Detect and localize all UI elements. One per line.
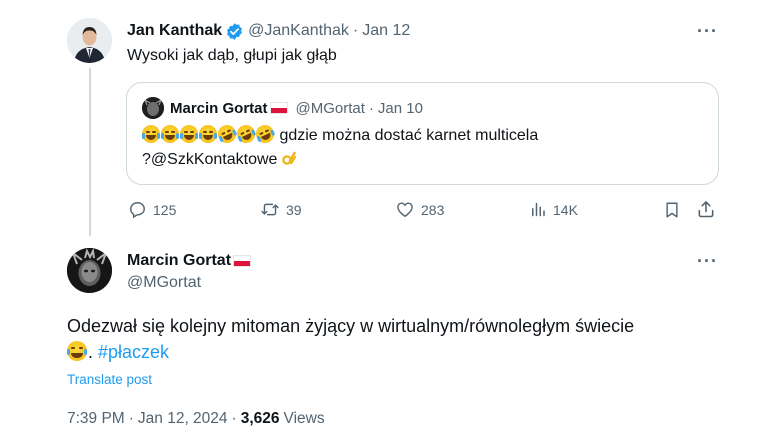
separator: · xyxy=(231,410,237,427)
repost-count: 39 xyxy=(286,201,302,218)
portrait-icon xyxy=(142,97,164,119)
reply-text: Odezwał się kolejny mitoman żyjący w wir… xyxy=(67,316,635,336)
heart-icon xyxy=(397,202,413,218)
emoji-joy-icon xyxy=(67,341,87,361)
quoted-text-line1: gdzie można dostać karnet multicela xyxy=(279,127,539,144)
author-name[interactable]: Jan Kanthak xyxy=(127,22,222,40)
share-icon xyxy=(698,201,714,218)
tweet-date[interactable]: Jan 12 xyxy=(362,22,410,40)
avatar-marcin-gortat[interactable] xyxy=(67,248,112,293)
views-count: 3,626 xyxy=(240,410,280,427)
portrait-icon xyxy=(67,18,112,63)
post-time[interactable]: 7:39 PM xyxy=(67,410,125,428)
share-button[interactable] xyxy=(696,199,716,224)
post-date[interactable]: Jan 12, 2024 xyxy=(138,410,228,428)
poland-flag-icon xyxy=(269,102,288,114)
quoted-author-handle[interactable]: @MGortat xyxy=(296,100,365,117)
emoji-rofl-icon xyxy=(234,122,258,146)
more-dots-icon[interactable]: ··· xyxy=(697,252,718,270)
emoji-rofl-icon xyxy=(215,122,239,146)
quoted-text: gdzie można dostać karnet multicela xyxy=(142,122,539,147)
repost-icon xyxy=(261,203,279,216)
ok-hand-icon xyxy=(282,149,296,171)
verified-badge-icon xyxy=(227,22,243,40)
separator: · xyxy=(368,99,374,117)
quoted-text-line2: ?@SzkKontaktowe xyxy=(142,151,278,168)
repost-button[interactable]: 39 xyxy=(260,200,302,219)
avatar-jan-kanthak[interactable] xyxy=(67,18,112,63)
tweet-text: Wysoki jak dąb, głupi jak głąb xyxy=(127,47,337,64)
avatar-quoted[interactable] xyxy=(142,97,164,119)
quoted-date[interactable]: Jan 10 xyxy=(378,100,423,117)
author-handle[interactable]: @JanKanthak xyxy=(248,22,349,40)
translate-post-link[interactable]: Translate post xyxy=(67,372,152,387)
thread-line xyxy=(89,68,91,236)
separator: · xyxy=(128,410,134,427)
poland-flag-icon xyxy=(233,255,252,267)
reply-icon xyxy=(130,202,145,219)
emoji-rofl-icon xyxy=(253,122,277,146)
reply-button[interactable]: 125 xyxy=(128,200,176,219)
hashtag-link[interactable]: #płaczek xyxy=(98,342,169,362)
emoji-joy-icon xyxy=(180,125,198,143)
emoji-joy-icon xyxy=(199,125,217,143)
views-label: Views xyxy=(283,410,325,427)
portrait-icon xyxy=(67,248,112,293)
like-button[interactable]: 283 xyxy=(395,200,444,219)
reply-text-punct: . xyxy=(88,342,99,362)
views-button[interactable]: 14K xyxy=(529,200,578,219)
quoted-author-name[interactable]: Marcin Gortat xyxy=(170,100,268,117)
bookmark-icon xyxy=(666,202,678,218)
emoji-joy-icon xyxy=(142,125,160,143)
analytics-icon xyxy=(532,202,545,217)
bookmark-button[interactable] xyxy=(663,200,681,225)
reply-author-handle[interactable]: @MGortat xyxy=(127,274,201,292)
like-count: 283 xyxy=(421,201,445,218)
separator: · xyxy=(352,22,359,39)
reply-author-name[interactable]: Marcin Gortat xyxy=(127,252,231,270)
more-dots-icon[interactable]: ··· xyxy=(697,22,718,40)
reply-count: 125 xyxy=(153,201,177,218)
view-count: 14K xyxy=(553,201,578,218)
emoji-joy-icon xyxy=(161,125,179,143)
